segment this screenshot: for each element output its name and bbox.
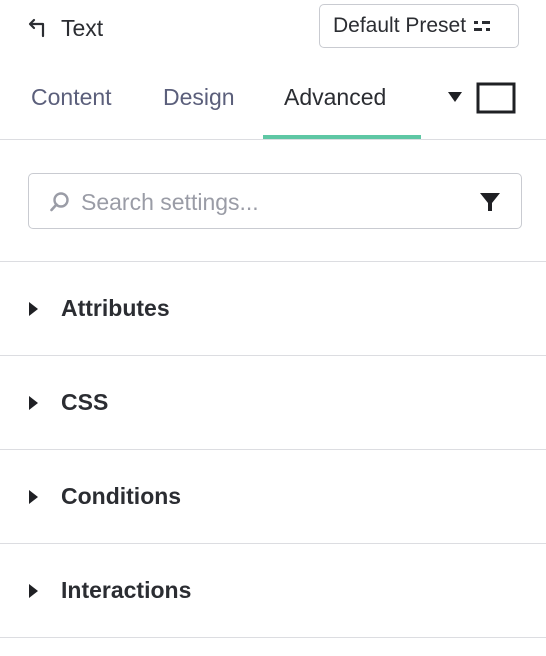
tab-content[interactable]: Content: [31, 84, 112, 111]
search-icon: [50, 192, 69, 212]
caret-right-icon: [29, 490, 38, 504]
search-section: [0, 140, 546, 262]
active-tab-indicator: [263, 135, 421, 139]
section-label: Interactions: [61, 577, 192, 603]
section-interactions[interactable]: Interactions: [0, 544, 546, 638]
caret-right-icon: [29, 302, 38, 316]
caret-right-icon: [29, 396, 38, 410]
caret-right-icon: [29, 584, 38, 598]
caret-down-icon[interactable]: [447, 91, 463, 103]
desktop-view-icon[interactable]: [476, 82, 516, 114]
preset-options-icon: [474, 21, 491, 31]
preset-label: Default Preset: [333, 14, 467, 37]
section-label: Attributes: [61, 295, 170, 321]
section-conditions[interactable]: Conditions: [0, 450, 546, 544]
back-arrow-icon[interactable]: [26, 16, 48, 38]
search-box[interactable]: [28, 173, 522, 229]
section-label: CSS: [61, 389, 109, 415]
tab-bar: Content Design Advanced: [0, 68, 546, 140]
tab-design[interactable]: Design: [163, 84, 235, 111]
filter-icon[interactable]: [479, 191, 501, 213]
search-input[interactable]: [79, 182, 463, 222]
element-title: Text: [61, 15, 104, 41]
tab-advanced[interactable]: Advanced: [284, 84, 386, 111]
section-attributes[interactable]: Attributes: [0, 262, 546, 356]
section-css[interactable]: CSS: [0, 356, 546, 450]
preset-button[interactable]: Default Preset: [319, 4, 519, 48]
panel-header: Text Default Preset: [0, 0, 546, 60]
section-label: Conditions: [61, 483, 182, 509]
